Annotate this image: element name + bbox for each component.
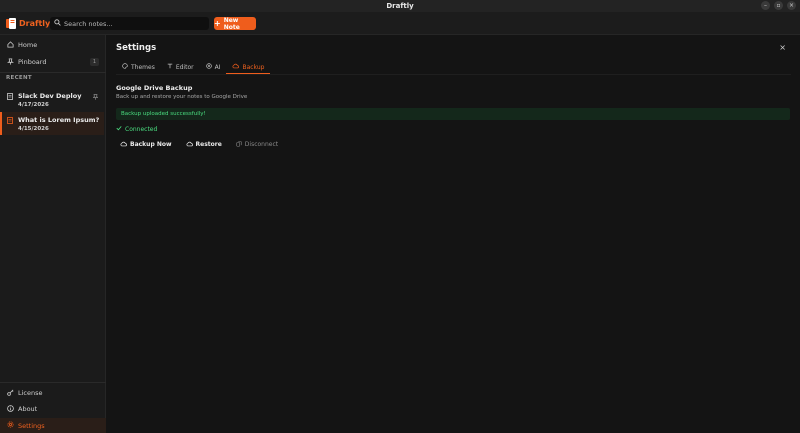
sidebar-item-settings[interactable]: Settings (0, 418, 106, 433)
search-icon (54, 19, 61, 28)
unlink-icon (236, 140, 242, 149)
search-placeholder: Search notes... (64, 19, 113, 28)
cloud-download-icon (186, 141, 193, 149)
connection-status: Connected (116, 125, 157, 133)
settings-panel: Settings × Themes Editor AI Backup Googl… (107, 35, 800, 433)
top-bar: Draftly Search notes... + New Note (0, 12, 800, 35)
window-title: Draftly (386, 2, 414, 10)
tab-label: AI (214, 63, 221, 71)
sidebar-divider (0, 72, 106, 73)
plus-icon: + (214, 18, 221, 28)
backup-now-button[interactable]: Backup Now (116, 139, 176, 150)
restore-label: Restore (195, 141, 222, 148)
connection-status-label: Connected (125, 125, 158, 133)
palette-icon (122, 63, 128, 71)
disconnect-button[interactable]: Disconnect (232, 139, 282, 150)
check-icon (116, 125, 122, 133)
tab-backup[interactable]: Backup (226, 60, 271, 75)
backup-now-label: Backup Now (130, 141, 172, 148)
sidebar: Home Pinboard 1 RECENT Slack Dev Deploy … (0, 35, 106, 433)
new-note-button[interactable]: + New Note (214, 16, 256, 31)
note-title: Slack Dev Deploy (18, 92, 82, 100)
sidebar-item-home[interactable]: Home (0, 38, 106, 52)
sidebar-item-license[interactable]: License (0, 386, 106, 400)
sidebar-item-label: License (18, 389, 43, 397)
tab-themes[interactable]: Themes (116, 60, 161, 74)
sidebar-item-label: Home (18, 41, 38, 49)
note-item-slack-dev-deploy[interactable]: Slack Dev Deploy 4/17/2026 (0, 88, 104, 111)
minimize-icon[interactable]: – (761, 1, 770, 10)
tab-editor[interactable]: Editor (161, 60, 200, 74)
cloud-upload-icon (120, 141, 127, 149)
note-icon (7, 117, 13, 126)
sidebar-item-label: Pinboard (18, 58, 47, 66)
note-date: 4/15/2026 (18, 126, 49, 132)
close-window-icon[interactable]: × (787, 1, 796, 10)
note-item-what-is-lorem-ipsum[interactable]: What is Lorem Ipsum? 4/15/2026 (0, 112, 104, 135)
disconnect-label: Disconnect (244, 141, 279, 148)
sidebar-item-label: About (18, 405, 38, 413)
note-date: 4/17/2026 (18, 102, 49, 108)
tab-label: Backup (242, 63, 265, 71)
tabs-divider (116, 74, 791, 75)
note-title: What is Lorem Ipsum? (18, 116, 100, 124)
backup-section-title: Google Drive Backup (116, 84, 193, 92)
home-icon (7, 40, 14, 50)
cloud-icon (232, 63, 240, 71)
backup-actions: Backup Now Restore Disconnect (116, 139, 282, 150)
window-controls: – ▫ × (761, 1, 796, 10)
gear-icon (7, 421, 14, 430)
close-icon[interactable]: × (779, 43, 786, 52)
note-icon (7, 93, 13, 102)
tab-label: Themes (131, 63, 155, 71)
sidebar-footer-divider (0, 382, 106, 383)
settings-tabs: Themes Editor AI Backup (116, 60, 271, 75)
recent-section-label: RECENT (6, 75, 32, 81)
restore-button[interactable]: Restore (182, 139, 226, 150)
info-icon (7, 404, 14, 414)
globe-icon (205, 63, 212, 71)
sidebar-item-label: Settings (18, 421, 45, 430)
brand: Draftly (6, 18, 50, 29)
text-icon (167, 63, 173, 71)
sidebar-item-pinboard[interactable]: Pinboard 1 (0, 55, 106, 69)
page-title: Settings (116, 43, 157, 53)
pin-icon (7, 57, 14, 67)
search-input[interactable]: Search notes... (50, 17, 209, 30)
window-titlebar: Draftly – ▫ × (0, 0, 800, 12)
backup-section-subtitle: Back up and restore your notes to Google… (116, 94, 248, 100)
tab-label: Editor (175, 63, 194, 71)
pinned-icon (92, 94, 99, 102)
brand-name: Draftly (19, 19, 51, 28)
success-alert: Backup uploaded successfully! (116, 108, 790, 120)
key-icon (7, 389, 14, 398)
pinboard-count-badge: 1 (90, 58, 99, 66)
sidebar-item-about[interactable]: About (0, 402, 106, 416)
tab-ai[interactable]: AI (200, 60, 227, 74)
new-note-label: New Note (223, 16, 240, 31)
logo-icon (6, 18, 16, 29)
maximize-icon[interactable]: ▫ (774, 1, 783, 10)
